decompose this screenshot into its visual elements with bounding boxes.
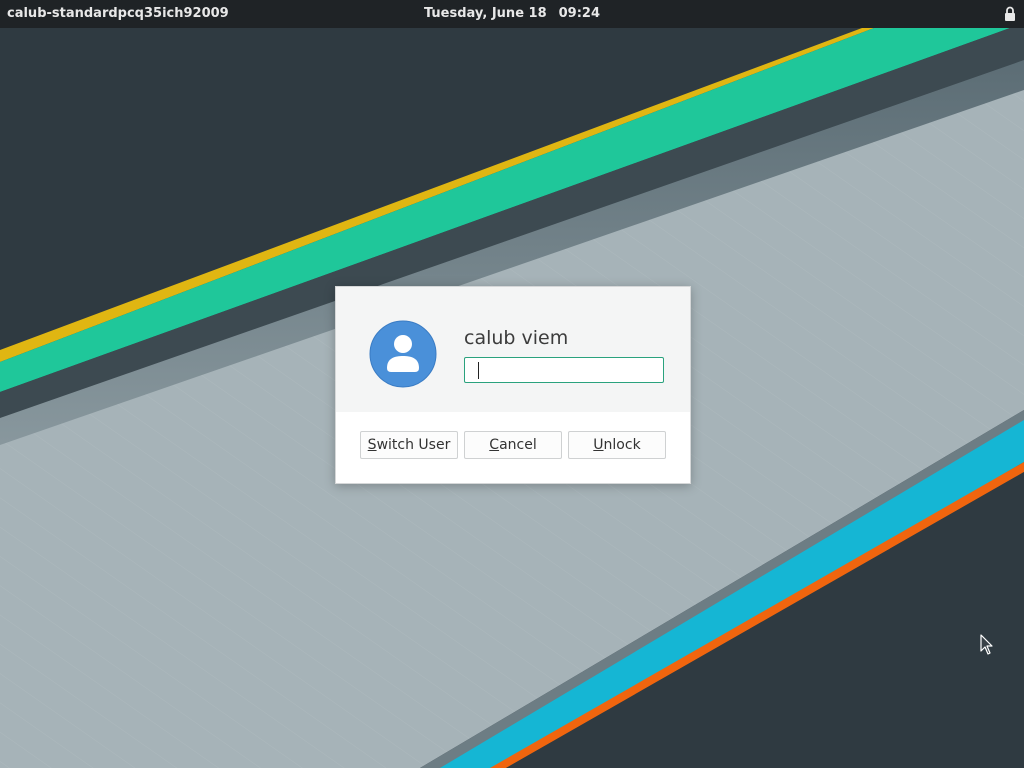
clock[interactable]: Tuesday, June 18 09:24 [0, 6, 1024, 21]
unlock-button[interactable]: Unlock [568, 431, 666, 459]
switch-user-button[interactable]: Switch User [360, 431, 458, 459]
cancel-button[interactable]: Cancel [464, 431, 562, 459]
mouse-pointer-icon [980, 634, 993, 655]
cancel-label: ancel [499, 437, 537, 453]
unlock-label: nlock [603, 437, 641, 453]
username-label: calub viem [464, 327, 569, 349]
unlock-dialog: calub viem Switch User Cancel Unlock [335, 286, 691, 484]
unlock-mnemonic: U [593, 437, 604, 453]
clock-date: Tuesday, June 18 [423, 6, 547, 21]
switch-user-label: witch User [376, 437, 451, 453]
password-input[interactable] [464, 357, 664, 383]
lock-icon [1005, 6, 1015, 21]
user-avatar-icon [369, 320, 437, 388]
switch-user-mnemonic: S [367, 437, 377, 453]
top-panel: calub-standardpcq35ich92009 Tuesday, Jun… [0, 0, 1024, 28]
clock-time: 09:24 [558, 6, 601, 21]
cancel-mnemonic: C [489, 437, 500, 453]
text-caret [478, 362, 479, 379]
